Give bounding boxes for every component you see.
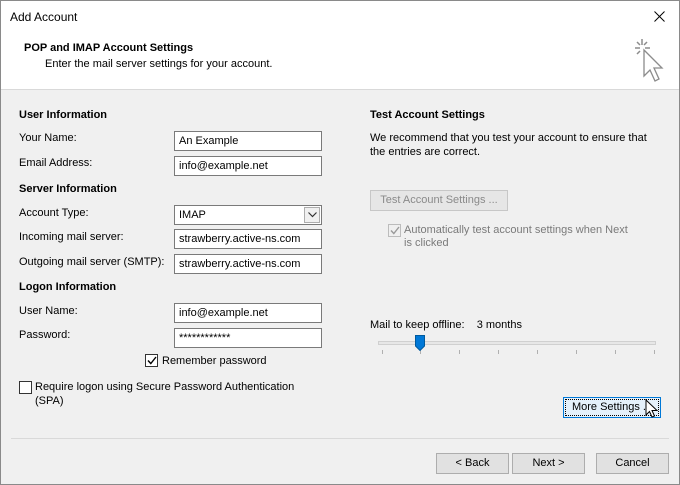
password-label: Password: bbox=[19, 329, 71, 341]
window-title: Add Account bbox=[10, 10, 78, 24]
incoming-server-field[interactable]: strawberry.active-ns.com bbox=[174, 229, 322, 249]
cancel-button[interactable]: Cancel bbox=[596, 453, 669, 474]
incoming-server-label: Incoming mail server: bbox=[19, 231, 124, 243]
dropdown-button[interactable] bbox=[304, 207, 320, 223]
next-button[interactable]: Next > bbox=[512, 453, 585, 474]
offline-value: 3 months bbox=[476, 319, 522, 331]
email-label: Email Address: bbox=[19, 157, 93, 169]
spa-checkbox[interactable] bbox=[19, 381, 32, 394]
close-button[interactable] bbox=[639, 1, 679, 32]
test-account-settings-button[interactable]: Test Account Settings ... bbox=[370, 190, 508, 211]
account-type-value: IMAP bbox=[179, 209, 206, 221]
test-description-line2: the entries are correct. bbox=[370, 146, 481, 158]
title-bar: Add Account bbox=[1, 1, 679, 32]
outgoing-server-field[interactable]: strawberry.active-ns.com bbox=[174, 254, 322, 274]
chevron-down-icon bbox=[307, 212, 317, 218]
spa-label-line1: Require logon using Secure Password Auth… bbox=[35, 381, 295, 393]
page-subtitle: Enter the mail server settings for your … bbox=[45, 58, 273, 70]
username-field[interactable]: info@example.net bbox=[174, 303, 322, 323]
test-settings-heading: Test Account Settings bbox=[370, 109, 485, 121]
slider-tick bbox=[382, 350, 383, 354]
server-info-heading: Server Information bbox=[19, 183, 117, 195]
mouse-cursor-icon bbox=[645, 399, 659, 418]
offline-label-text: Mail to keep offline: bbox=[370, 319, 465, 331]
test-description-line1: We recommend that you test your account … bbox=[370, 132, 647, 144]
username-label: User Name: bbox=[19, 305, 78, 317]
remember-password-label: Remember password bbox=[162, 355, 267, 367]
your-name-label: Your Name: bbox=[19, 132, 77, 144]
close-icon bbox=[653, 11, 665, 22]
footer-separator bbox=[11, 438, 669, 439]
spa-label-line2: (SPA) bbox=[35, 395, 64, 407]
page-title: POP and IMAP Account Settings bbox=[24, 42, 194, 54]
auto-test-checkbox[interactable] bbox=[388, 224, 401, 237]
slider-tick bbox=[654, 350, 655, 354]
user-info-heading: User Information bbox=[19, 109, 108, 121]
password-field[interactable]: ************ bbox=[174, 328, 322, 348]
email-field[interactable]: info@example.net bbox=[174, 156, 322, 176]
slider-tick bbox=[576, 350, 577, 354]
slider-tick bbox=[537, 350, 538, 354]
slider-tick bbox=[459, 350, 460, 354]
offline-slider-thumb[interactable] bbox=[414, 335, 425, 351]
cursor-sparkle-icon bbox=[635, 39, 664, 82]
outgoing-server-label: Outgoing mail server (SMTP): bbox=[19, 256, 165, 268]
remember-password-checkbox[interactable] bbox=[145, 354, 158, 367]
auto-test-label-line1: Automatically test account settings when… bbox=[404, 224, 628, 236]
slider-tick bbox=[498, 350, 499, 354]
slider-tick bbox=[615, 350, 616, 354]
logon-info-heading: Logon Information bbox=[19, 281, 117, 293]
auto-test-label-line2: is clicked bbox=[404, 237, 449, 249]
checkmark-icon bbox=[389, 226, 400, 235]
your-name-field[interactable]: An Example bbox=[174, 131, 322, 151]
account-type-label: Account Type: bbox=[19, 207, 89, 219]
add-account-dialog: Add Account POP and IMAP Account Setting… bbox=[0, 0, 680, 485]
wizard-header: POP and IMAP Account Settings Enter the … bbox=[1, 32, 679, 90]
back-button[interactable]: < Back bbox=[436, 453, 509, 474]
account-type-select[interactable]: IMAP bbox=[174, 205, 322, 225]
checkmark-icon bbox=[146, 356, 157, 365]
offline-label: Mail to keep offline: 3 months bbox=[370, 319, 522, 331]
